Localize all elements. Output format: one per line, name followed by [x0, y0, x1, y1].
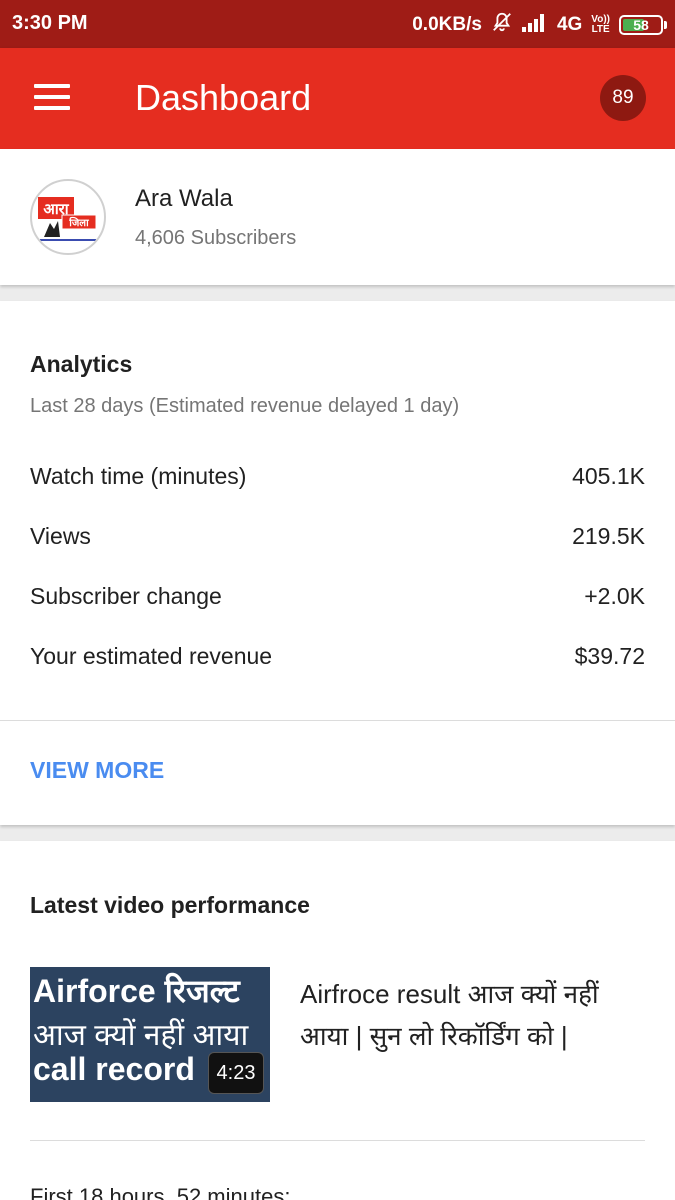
network-speed: 0.0KB/s	[412, 14, 482, 35]
analytics-title: Analytics	[30, 351, 133, 377]
metric-label: Watch time (minutes)	[30, 463, 247, 489]
latest-video-card: Latest video performance Airforce रिजल्ट…	[0, 841, 675, 1200]
signal-icon	[521, 12, 548, 38]
metric-value: $39.72	[574, 643, 645, 669]
thumbnail-text: आज क्यों नहीं आया	[33, 1019, 249, 1052]
metric-value: +2.0K	[584, 583, 645, 609]
subscriber-count: 4,606 Subscribers	[135, 227, 297, 249]
thumbnail-text: Airforce रिजल्ट	[33, 973, 240, 1009]
network-type: 4G	[556, 14, 583, 35]
status-time: 3:30 PM	[12, 12, 88, 34]
metric-value: 219.5K	[572, 523, 645, 549]
notification-badge[interactable]: 89	[600, 75, 646, 121]
metric-label: Views	[30, 523, 91, 549]
analytics-subtitle: Last 28 days (Estimated revenue delayed …	[30, 395, 460, 417]
channel-avatar[interactable]: आरा जिला	[30, 179, 106, 255]
latest-video-title: Latest video performance	[30, 892, 310, 918]
analytics-card: Analytics Last 28 days (Estimated revenu…	[0, 301, 675, 825]
channel-name: Ara Wala	[135, 185, 233, 212]
metric-label: Your estimated revenue	[30, 643, 273, 669]
divider	[30, 1140, 645, 1141]
metric-row-views[interactable]: Views 219.5K	[30, 523, 645, 563]
metric-value: 405.1K	[572, 463, 645, 489]
svg-text:जिला: जिला	[68, 216, 89, 229]
battery-level: 58	[633, 17, 649, 33]
metric-row-watch-time[interactable]: Watch time (minutes) 405.1K	[30, 463, 645, 503]
divider	[0, 720, 675, 721]
channel-logo-icon: आरा जिला	[38, 197, 97, 241]
status-bar: 3:30 PM 0.0KB/s 4G Vo)) LTE 58	[0, 0, 675, 48]
metric-label: Subscriber change	[30, 583, 222, 609]
view-more-button[interactable]: VIEW MORE	[30, 757, 164, 784]
menu-icon[interactable]	[34, 82, 70, 112]
metric-row-revenue[interactable]: Your estimated revenue $39.72	[30, 643, 645, 683]
video-thumbnail[interactable]: Airforce रिजल्ट आज क्यों नहीं आया call r…	[30, 967, 270, 1102]
battery-icon: 58	[619, 15, 667, 35]
channel-card[interactable]: आरा जिला Ara Wala 4,606 Subscribers	[0, 149, 675, 285]
status-indicators: 0.0KB/s 4G Vo)) LTE 58	[412, 11, 667, 39]
volte-icon: Vo)) LTE	[591, 14, 610, 35]
performance-period: First 18 hours, 52 minutes:	[30, 1184, 291, 1200]
page-title: Dashboard	[135, 77, 312, 118]
video-title[interactable]: Airfroce result आज क्यों नहीं आया | सुन …	[300, 973, 650, 1057]
metric-row-subscriber-change[interactable]: Subscriber change +2.0K	[30, 583, 645, 623]
thumbnail-text: call record	[33, 1051, 195, 1087]
app-bar: Dashboard 89	[0, 48, 675, 149]
video-duration: 4:23	[208, 1052, 264, 1094]
bell-muted-icon	[491, 11, 513, 39]
